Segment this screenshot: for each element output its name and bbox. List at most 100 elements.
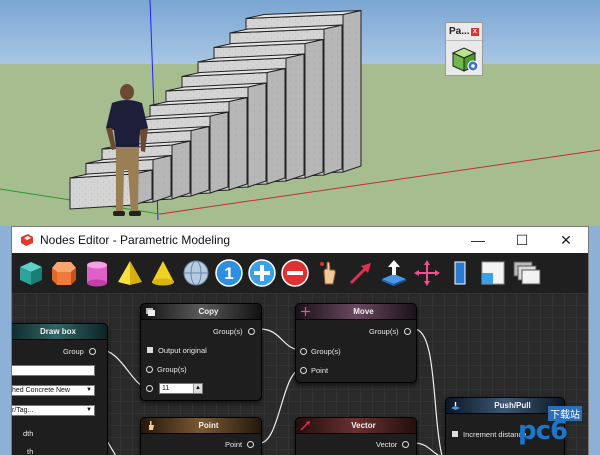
point-output-port[interactable] xyxy=(247,440,255,448)
increment-distance-row: Increment distance xyxy=(452,428,526,440)
gear-cube-icon[interactable] xyxy=(450,45,480,73)
minimize-button[interactable]: — xyxy=(456,227,500,253)
pc6-watermark: 下载站 pc6 xyxy=(518,404,590,450)
copy-count-value: 11 xyxy=(162,385,170,392)
stair-step-side xyxy=(152,154,172,203)
increment-distance-checkbox[interactable] xyxy=(452,431,458,437)
vector-node[interactable]: Vector Vector xyxy=(295,417,417,455)
move-icon xyxy=(300,306,311,317)
width-row: dth xyxy=(23,427,33,439)
number-icon-label: 1 xyxy=(224,264,233,283)
scale-icon[interactable] xyxy=(477,256,509,289)
minus-icon[interactable] xyxy=(279,256,311,289)
copy-group-input-label: Group(s) xyxy=(157,364,187,374)
copy-group-input-row: Group(s) xyxy=(146,363,187,375)
stair-step-side xyxy=(190,125,210,197)
point-output-row: Point xyxy=(225,438,255,450)
mini-toolbar-close-icon[interactable]: x xyxy=(471,27,479,36)
move-point-input-port[interactable] xyxy=(300,366,307,374)
pyramid-icon[interactable] xyxy=(114,256,146,289)
copy-node[interactable]: Copy Group(s) Output original Group(s) 1… xyxy=(140,303,262,401)
vector-arrow-icon[interactable] xyxy=(345,256,377,289)
stair-step-front xyxy=(69,173,135,210)
stair-step-side xyxy=(209,111,229,194)
vector-output-label: Vector xyxy=(376,439,398,449)
stair-step-side xyxy=(228,96,248,191)
move-group-input-row: Group(s) xyxy=(300,345,341,357)
prism-icon[interactable] xyxy=(48,256,80,289)
move-group-input-label: Group(s) xyxy=(311,346,341,356)
move-node[interactable]: Move Group(s) Group(s) Point xyxy=(295,303,417,383)
stair-step-side xyxy=(323,24,343,176)
material-dropdown[interactable]: hed Concrete New ▼ xyxy=(12,385,95,396)
draw-box-output-port[interactable] xyxy=(88,347,96,355)
copy-title: Copy xyxy=(198,307,219,316)
draw-box-name-field[interactable] xyxy=(12,365,95,376)
hand-point-icon xyxy=(145,420,156,431)
layer-dropdown[interactable]: r/Tag... ▼ xyxy=(12,405,95,416)
copy-count-stepper[interactable]: 11 ▲ xyxy=(159,383,203,394)
close-button[interactable]: ✕ xyxy=(544,227,588,253)
draw-box-title: Draw box xyxy=(39,327,76,336)
plus-icon[interactable] xyxy=(246,256,278,289)
nodes-editor-window[interactable]: Nodes Editor - Parametric Modeling — ☐ ✕ xyxy=(11,226,589,455)
move-icon[interactable] xyxy=(411,256,443,289)
push-pull-icon[interactable] xyxy=(378,256,410,289)
maximize-button[interactable]: ☐ xyxy=(500,227,544,253)
copy-output-row: Group(s) xyxy=(213,325,255,337)
move-output-row: Group(s) xyxy=(369,325,411,337)
number-icon[interactable]: 1 xyxy=(213,256,245,289)
vector-output-row: Vector xyxy=(376,438,410,450)
stair-step-side xyxy=(342,9,362,173)
point-output-label: Point xyxy=(225,439,243,449)
point-title: Point xyxy=(198,421,219,430)
chevron-down-icon: ▼ xyxy=(86,407,92,413)
point-node[interactable]: Point Point xyxy=(140,417,262,455)
cylinder-icon[interactable] xyxy=(81,256,113,289)
chevron-down-icon: ▼ xyxy=(86,387,92,393)
draw-box-output-label: Group xyxy=(63,346,84,356)
output-original-label: Output original xyxy=(158,345,207,355)
copy-icon[interactable] xyxy=(510,256,542,289)
hand-point-icon[interactable] xyxy=(312,256,344,289)
node-toolbar: 1 xyxy=(12,253,588,293)
stair-step-side xyxy=(266,67,286,185)
window-titlebar[interactable]: Nodes Editor - Parametric Modeling — ☐ ✕ xyxy=(12,227,588,253)
scene-drawing xyxy=(0,0,600,226)
layer-value: r/Tag... xyxy=(12,407,34,414)
vector-arrow-icon xyxy=(300,420,311,431)
copy-group-input-port[interactable] xyxy=(146,365,153,373)
copy-output-label: Group(s) xyxy=(213,326,243,336)
depth-label: th xyxy=(27,446,34,455)
material-value: hed Concrete New xyxy=(12,387,70,394)
move-point-input-label: Point xyxy=(311,365,329,375)
sketchup-icon xyxy=(20,233,34,247)
draw-box-node[interactable]: Draw box Group hed Concrete New ▼ r/Tag.… xyxy=(12,323,108,455)
depth-row: th xyxy=(27,445,33,455)
copy-output-port[interactable] xyxy=(247,327,255,335)
copy-count-port[interactable] xyxy=(146,384,153,392)
cube-icon[interactable] xyxy=(15,256,47,289)
parametric-mini-toolbar[interactable]: Pa... x xyxy=(445,22,483,76)
move-title: Move xyxy=(353,307,374,316)
output-original-row: Output original xyxy=(147,344,207,356)
move-output-port[interactable] xyxy=(403,327,411,335)
mini-toolbar-title: Pa... xyxy=(449,26,470,37)
stair-step-side xyxy=(304,38,324,179)
output-original-checkbox[interactable] xyxy=(147,347,153,353)
push-pull-icon xyxy=(450,400,461,411)
sphere-icon[interactable] xyxy=(180,256,212,289)
stair-step-side xyxy=(285,53,305,182)
sketchup-viewport[interactable]: Pa... x xyxy=(0,0,600,226)
draw-box-output-row: Group xyxy=(63,345,96,357)
move-group-input-port[interactable] xyxy=(300,347,307,355)
move-point-input-row: Point xyxy=(300,364,328,376)
vector-output-port[interactable] xyxy=(402,440,410,448)
watermark-logo: pc6 xyxy=(518,416,568,446)
copy-count-row xyxy=(146,382,153,394)
rectangle-icon[interactable] xyxy=(444,256,476,289)
window-title: Nodes Editor - Parametric Modeling xyxy=(40,233,231,247)
stepper-arrows-icon[interactable]: ▲ xyxy=(193,384,202,393)
node-graph-canvas[interactable]: Draw box Group hed Concrete New ▼ r/Tag.… xyxy=(12,293,588,455)
cone-icon[interactable] xyxy=(147,256,179,289)
